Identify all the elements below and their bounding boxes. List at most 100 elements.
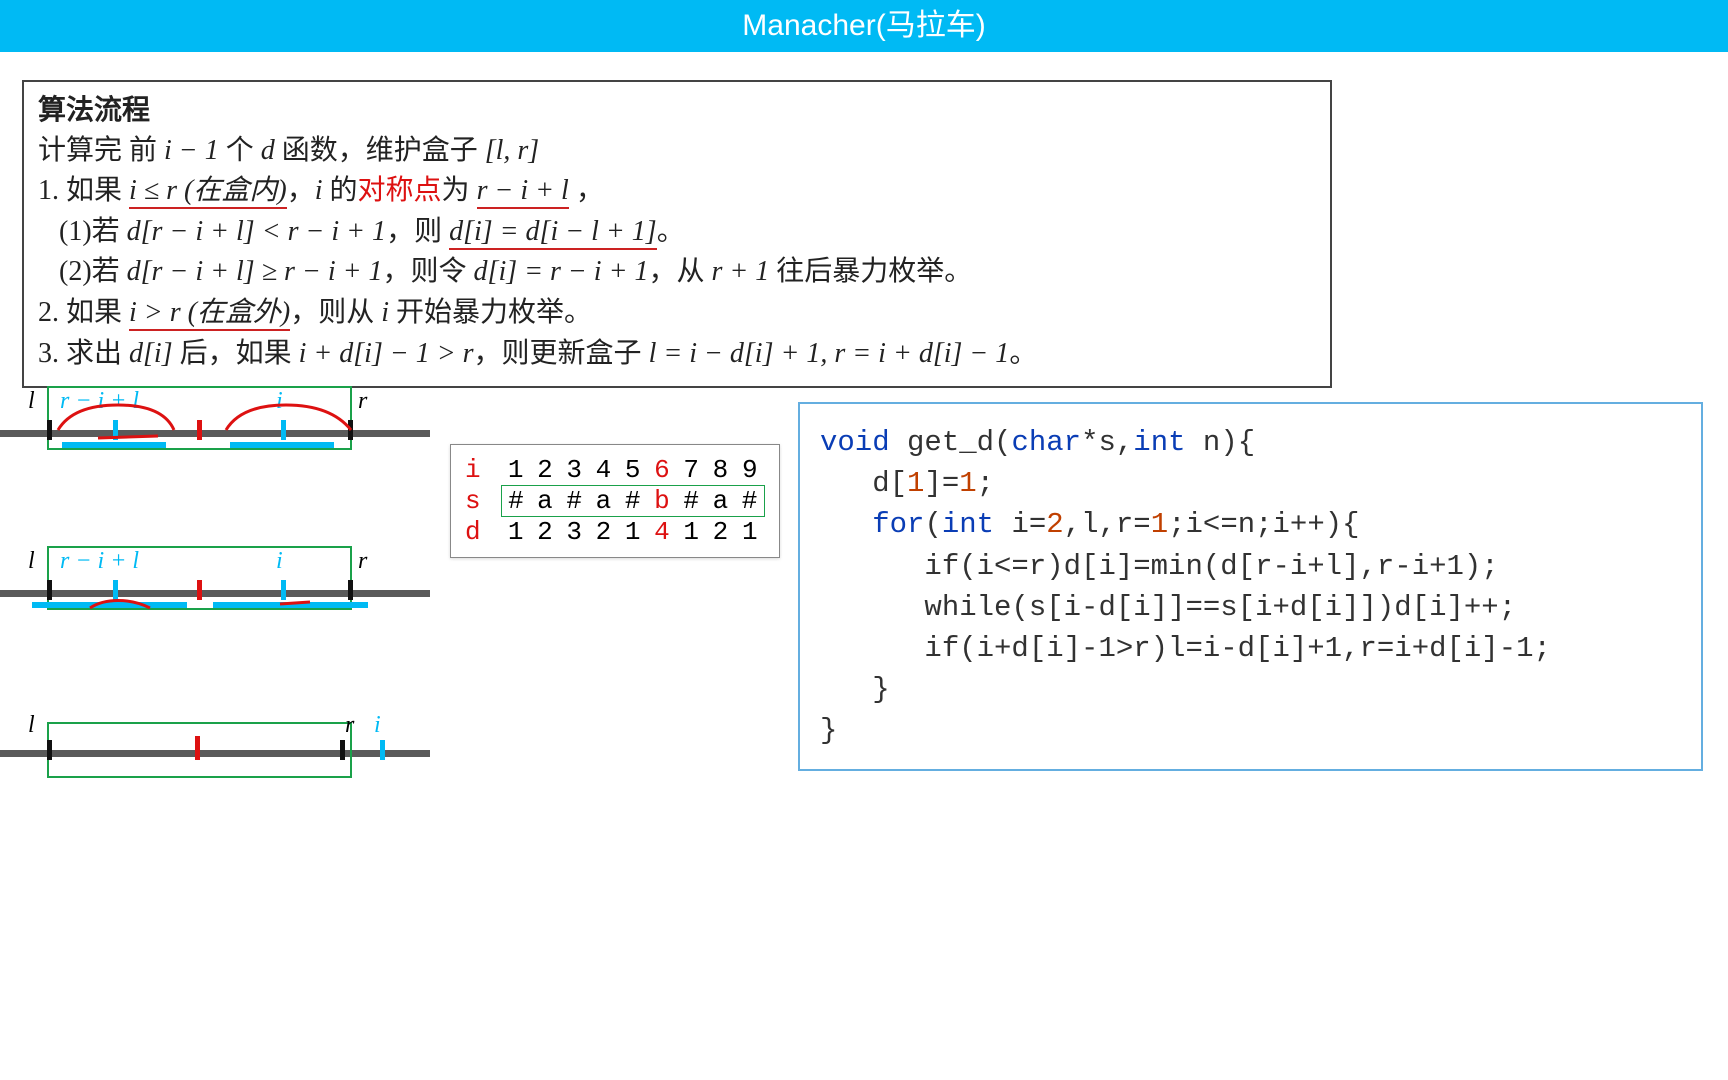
txt: 1. 如果 [38,175,129,206]
txt: ，则 [386,216,449,247]
cell: 3 [560,455,589,486]
tick-l [47,740,52,760]
tick-mirror [113,580,118,600]
expr-underlined: i > r (在盒外) [129,297,290,331]
txt: 开始暴力枚举。 [389,297,592,328]
txt: 为 [442,175,477,206]
tick-r [348,580,353,600]
cell-hl: 6 [647,455,676,486]
label-mirror: r − i + l [60,548,139,575]
flow-step-2: 2. 如果 i > r (在盒外)，则从 i 开始暴力枚举。 [38,293,1316,334]
tick-mid [195,736,200,760]
txt: 的 [323,175,358,206]
code-block: void get_d(char*s,int n){ d[1]=1; for(in… [798,402,1703,771]
txt: 2. 如果 [38,297,129,328]
label-l: l [28,388,35,415]
txt: ，则更新盒子 [474,338,649,369]
red-curve-right [280,598,320,610]
cell: # [618,486,647,517]
flow-heading: 算法流程 [38,90,1316,131]
diagram-case-3: l r i [0,700,430,780]
num: 2 [1046,508,1063,541]
code: ,l,r= [1064,508,1151,541]
tick-mid [197,580,202,600]
expr: d[r − i + l] < r − i + 1 [127,216,386,247]
flow-intro: 计算完 前 i − 1 个 d 函数，维护盒子 [l, r] [38,131,1316,172]
cell: 3 [560,517,589,548]
cell: 1 [501,455,530,486]
cell: a [589,486,618,517]
kw: int [942,508,994,541]
cell: a [706,486,735,517]
expr: i + d[i] − 1 > r [299,338,474,369]
cell: 1 [735,517,764,548]
cell: a [530,486,559,517]
algorithm-flow-box: 算法流程 计算完 前 i − 1 个 d 函数，维护盒子 [l, r] 1. 如… [22,80,1332,388]
flow-step-1-2: (2)若 d[r − i + l] ≥ r − i + 1，则令 d[i] = … [38,252,1316,293]
expr-underlined: r − i + l [477,175,569,209]
tick-l [47,420,52,440]
red-curve-left [90,598,170,614]
code: i= [994,508,1046,541]
label-r: r [358,388,367,415]
code: ( [924,508,941,541]
code: d[ [820,467,907,500]
cell: # [560,486,589,517]
cell: 1 [677,517,706,548]
kw: char [1011,426,1081,459]
range-mirror [62,442,166,448]
txt: 。 [657,216,685,247]
label-l: l [28,548,35,575]
txt: ， [569,175,604,206]
code: } [820,673,890,706]
label-i: i [276,548,283,575]
code: if(i<=r)d[i]=min(d[r-i+l],r-i+1); [820,550,1499,583]
cell: # [677,486,706,517]
range-i [230,442,334,448]
txt: 。 [1009,338,1037,369]
kw: for [872,508,924,541]
flow-step-3: 3. 求出 d[i] 后，如果 i + d[i] − 1 > r，则更新盒子 l… [38,334,1316,375]
tick-i [281,580,286,600]
diagram-area: l r r − i + l i l r r − i + l i [0,380,430,860]
cell: 2 [589,517,618,548]
cell: # [501,486,530,517]
example-table: i 1 2 3 4 5 6 7 8 9 s # a # a # b # a # … [450,444,780,558]
red-curve-left [58,400,178,440]
num: 1 [1151,508,1168,541]
txt: 后，如果 [173,338,299,369]
expr-underlined: d[i] = d[i − l + 1] [449,216,657,250]
code: ;i<=n;i++){ [1168,508,1359,541]
expr: r + 1 [712,256,770,287]
tick-mid [197,420,202,440]
expr: [l, r] [485,135,539,166]
txt: 函数，维护盒子 [275,135,485,166]
num: 1 [959,467,976,500]
flow-step-1-1: (1)若 d[r − i + l] < r − i + 1，则 d[i] = d… [38,212,1316,253]
cell-hl: 4 [647,517,676,548]
row-label: s [465,486,501,517]
code: while(s[i-d[i]]==s[i+d[i]])d[i]++; [820,591,1516,624]
expr: d[i] = r − i + 1 [474,256,649,287]
code: n){ [1186,426,1256,459]
cell: 9 [735,455,764,486]
diagram-case-1: l r r − i + l i [0,380,430,460]
expr: i − 1 [164,135,219,166]
cell: 1 [501,517,530,548]
code: *s, [1081,426,1133,459]
expr-underlined: i ≤ r (在盒内) [129,175,287,209]
expr: d [261,135,275,166]
txt: ， [287,175,315,206]
kw: int [1133,426,1185,459]
txt-red: 对称点 [358,175,442,206]
tick-i [380,740,385,760]
row-label: d [465,517,501,548]
txt: 计算完 前 [38,135,164,166]
cell: 2 [530,455,559,486]
cell: 2 [530,517,559,548]
txt: ，从 [648,256,711,287]
diagram-case-2: l r r − i + l i [0,540,430,620]
code: ; [977,467,994,500]
cell: 7 [677,455,706,486]
cell: 1 [618,517,647,548]
